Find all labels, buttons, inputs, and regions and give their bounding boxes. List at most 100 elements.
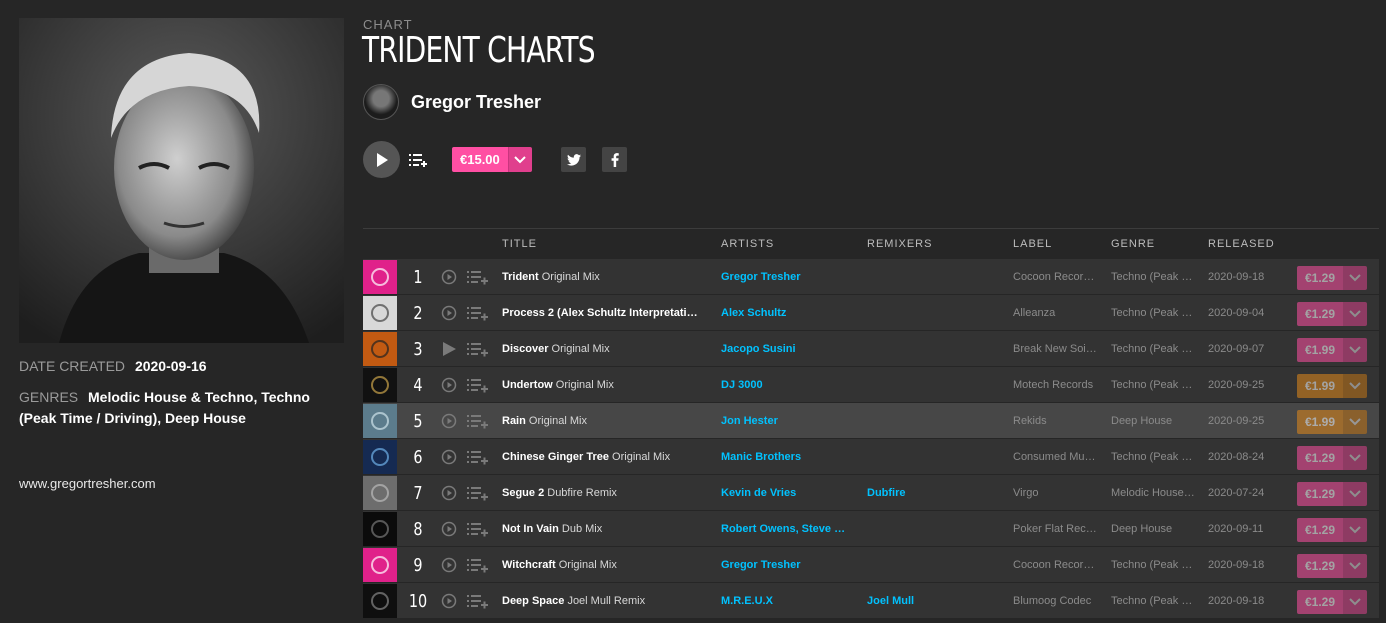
play-track-button[interactable] <box>441 449 457 465</box>
track-label[interactable]: Break New Soi… <box>1013 342 1097 356</box>
track-genre[interactable]: Melodic House… <box>1111 486 1195 500</box>
track-price[interactable]: €1.29 <box>1297 554 1344 578</box>
twitter-share-button[interactable] <box>561 147 586 172</box>
track-name[interactable]: Deep Space <box>502 595 564 607</box>
track-artists[interactable]: Gregor Tresher <box>721 558 851 572</box>
chevron-down-icon[interactable] <box>1343 518 1368 542</box>
track-genre[interactable]: Techno (Peak … <box>1111 342 1195 356</box>
track-title[interactable]: Segue 2 Dubfire Remix <box>502 486 712 500</box>
track-price[interactable]: €1.29 <box>1297 590 1344 614</box>
track-artists[interactable]: Kevin de Vries <box>721 486 851 500</box>
track-name[interactable]: Process 2 (Alex Schultz Interpretati… <box>502 307 698 319</box>
add-track-to-queue-button[interactable] <box>467 377 489 393</box>
track-title[interactable]: Witchcraft Original Mix <box>502 558 712 572</box>
buy-track-button[interactable]: €1.99 <box>1297 374 1368 398</box>
track-price[interactable]: €1.29 <box>1297 302 1344 326</box>
chevron-down-icon[interactable] <box>1343 410 1368 434</box>
buy-track-button[interactable]: €1.29 <box>1297 554 1368 578</box>
buy-track-button[interactable]: €1.29 <box>1297 302 1368 326</box>
track-title[interactable]: Trident Original Mix <box>502 270 712 284</box>
buy-track-button[interactable]: €1.29 <box>1297 590 1368 614</box>
release-artwork[interactable] <box>363 260 397 294</box>
track-title[interactable]: Rain Original Mix <box>502 414 712 428</box>
table-row[interactable]: 5 Rain Original Mix Jon Hester Rekids Deep H… <box>363 403 1379 439</box>
track-label[interactable]: Cocoon Recor… <box>1013 558 1097 572</box>
track-title[interactable]: Not In Vain Dub Mix <box>502 522 712 536</box>
column-remixers[interactable]: REMIXERS <box>867 238 932 250</box>
track-genre[interactable]: Techno (Peak … <box>1111 594 1195 608</box>
track-title[interactable]: Chinese Ginger Tree Original Mix <box>502 450 712 464</box>
track-genre[interactable]: Techno (Peak … <box>1111 270 1195 284</box>
track-artists[interactable]: Robert Owens, Steve B… <box>721 522 851 536</box>
track-artists[interactable]: Alex Schultz <box>721 306 851 320</box>
chevron-down-icon[interactable] <box>1343 374 1368 398</box>
avatar[interactable] <box>363 84 399 120</box>
track-label[interactable]: Consumed Music <box>1013 450 1097 464</box>
add-track-to-queue-button[interactable] <box>467 305 489 321</box>
chevron-down-icon[interactable] <box>1343 446 1368 470</box>
track-label[interactable]: Virgo <box>1013 486 1097 500</box>
table-row[interactable]: 3 Discover Original Mix Jacopo Susini Break… <box>363 331 1379 367</box>
track-label[interactable]: Alleanza <box>1013 306 1097 320</box>
track-artists[interactable]: Manic Brothers <box>721 450 851 464</box>
chevron-down-icon[interactable] <box>1343 590 1368 614</box>
track-remixers[interactable]: Dubfire <box>867 486 997 500</box>
track-artists[interactable]: Jon Hester <box>721 414 851 428</box>
track-name[interactable]: Not In Vain <box>502 523 559 535</box>
chart-price[interactable]: €15.00 <box>452 147 508 172</box>
add-track-to-queue-button[interactable] <box>467 269 489 285</box>
track-price[interactable]: €1.99 <box>1297 374 1344 398</box>
table-row[interactable]: 2 Process 2 (Alex Schultz Interpretati… A… <box>363 295 1379 331</box>
chevron-down-icon[interactable] <box>1343 302 1368 326</box>
release-artwork[interactable] <box>363 548 397 582</box>
track-remixers[interactable]: Joel Mull <box>867 594 997 608</box>
website-link[interactable]: www.gregortresher.com <box>19 476 156 491</box>
track-name[interactable]: Discover <box>502 343 548 355</box>
release-artwork[interactable] <box>363 404 397 438</box>
release-artwork[interactable] <box>363 512 397 546</box>
buy-track-button[interactable]: €1.29 <box>1297 266 1368 290</box>
chevron-down-icon[interactable] <box>1343 266 1368 290</box>
track-artists[interactable]: Gregor Tresher <box>721 270 851 284</box>
track-name[interactable]: Witchcraft <box>502 559 556 571</box>
add-to-queue-button[interactable] <box>408 150 428 170</box>
buy-track-button[interactable]: €1.99 <box>1297 338 1368 362</box>
play-track-button[interactable] <box>441 341 457 357</box>
facebook-share-button[interactable] <box>602 147 627 172</box>
track-label[interactable]: Blumoog Codec <box>1013 594 1097 608</box>
add-track-to-queue-button[interactable] <box>467 341 489 357</box>
track-artists[interactable]: DJ 3000 <box>721 378 851 392</box>
track-name[interactable]: Trident <box>502 271 539 283</box>
column-artists[interactable]: ARTISTS <box>721 238 774 250</box>
play-track-button[interactable] <box>441 557 457 573</box>
chevron-down-icon[interactable] <box>1343 554 1368 578</box>
chevron-down-icon[interactable] <box>1343 338 1368 362</box>
release-artwork[interactable] <box>363 584 397 618</box>
add-track-to-queue-button[interactable] <box>467 593 489 609</box>
release-artwork[interactable] <box>363 368 397 402</box>
track-name[interactable]: Rain <box>502 415 526 427</box>
track-price[interactable]: €1.99 <box>1297 410 1344 434</box>
release-artwork[interactable] <box>363 440 397 474</box>
buy-track-button[interactable]: €1.29 <box>1297 446 1368 470</box>
play-track-button[interactable] <box>441 593 457 609</box>
column-released[interactable]: RELEASED <box>1208 238 1275 250</box>
release-artwork[interactable] <box>363 332 397 366</box>
track-price[interactable]: €1.29 <box>1297 446 1344 470</box>
add-track-to-queue-button[interactable] <box>467 521 489 537</box>
play-track-button[interactable] <box>441 377 457 393</box>
play-track-button[interactable] <box>441 521 457 537</box>
table-row[interactable]: 1 Trident Original Mix Gregor Tresher Cocoo… <box>363 259 1379 295</box>
track-label[interactable]: Motech Records <box>1013 378 1097 392</box>
track-genre[interactable]: Deep House <box>1111 522 1195 536</box>
chevron-down-icon[interactable] <box>1343 482 1368 506</box>
track-title[interactable]: Undertow Original Mix <box>502 378 712 392</box>
table-row[interactable]: 10 Deep Space Joel Mull Remix M.R.E.U.X Joe… <box>363 583 1379 619</box>
play-track-button[interactable] <box>441 269 457 285</box>
track-genre[interactable]: Techno (Peak … <box>1111 306 1195 320</box>
play-chart-button[interactable] <box>363 141 400 178</box>
track-name[interactable]: Undertow <box>502 379 553 391</box>
track-label[interactable]: Cocoon Recor… <box>1013 270 1097 284</box>
column-label[interactable]: LABEL <box>1013 238 1052 250</box>
track-genre[interactable]: Techno (Peak … <box>1111 450 1195 464</box>
